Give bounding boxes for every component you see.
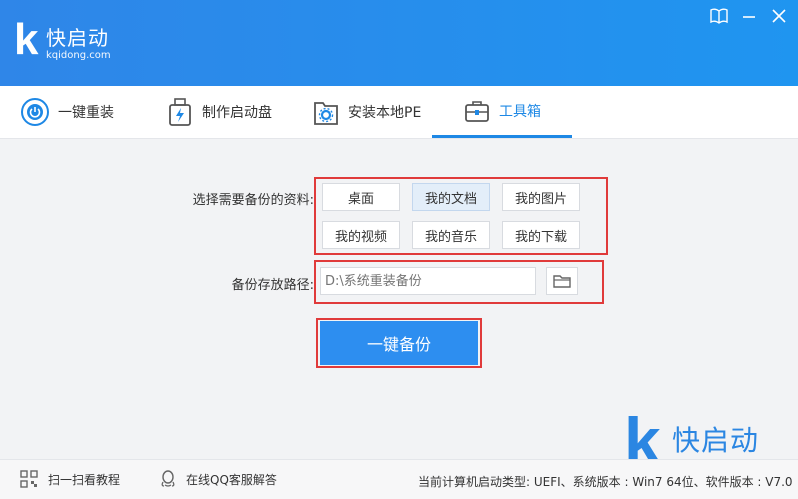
qr-code-icon — [20, 470, 38, 488]
backup-path-label: 备份存放路径: — [231, 278, 314, 293]
window-controls — [708, 6, 790, 26]
tab-make-boot-disk[interactable]: 制作启动盘 — [166, 86, 272, 138]
option-my-downloads[interactable]: 我的下载 — [502, 221, 580, 249]
qq-support-label: 在线QQ客服解答 — [186, 472, 277, 487]
tab-one-click-reinstall[interactable]: 一键重装 — [20, 86, 114, 138]
app-logo: k 快启动 kqidong.com — [14, 16, 124, 64]
tab-toolbox[interactable]: 工具箱 — [432, 86, 572, 138]
option-my-music[interactable]: 我的音乐 — [412, 221, 490, 249]
option-my-videos[interactable]: 我的视频 — [322, 221, 400, 249]
toolbox-content: 选择需要备份的资料: 桌面 我的文档 我的图片 我的视频 我的音乐 我的下载 备… — [0, 139, 798, 459]
scan-tutorial-link[interactable]: 扫一扫看教程 — [20, 470, 120, 488]
tab-label: 制作启动盘 — [202, 105, 272, 121]
scan-tutorial-label: 扫一扫看教程 — [48, 472, 121, 487]
main-tabs: 一键重装 制作启动盘 安装本地PE 工具箱 — [0, 86, 798, 139]
option-desktop[interactable]: 桌面 — [322, 183, 400, 211]
tab-label: 工具箱 — [499, 103, 541, 120]
backup-path-input[interactable] — [320, 267, 536, 295]
minimize-icon[interactable] — [738, 6, 760, 26]
browse-folder-button[interactable] — [546, 267, 578, 295]
select-data-label: 选择需要备份的资料: — [192, 193, 314, 208]
close-icon[interactable] — [768, 6, 790, 26]
one-click-backup-button[interactable]: 一键备份 — [320, 321, 478, 365]
app-name: 快启动 — [46, 26, 109, 50]
qq-support-link[interactable]: 在线QQ客服解答 — [160, 470, 277, 488]
gear-box-icon — [314, 102, 338, 125]
status-bar: 扫一扫看教程 在线QQ客服解答 当前计算机启动类型: UEFI、系统版本 : W… — [0, 459, 798, 499]
folder-icon — [553, 275, 571, 288]
toolbox-icon — [465, 100, 489, 122]
option-my-documents[interactable]: 我的文档 — [412, 183, 490, 211]
tab-label: 一键重装 — [58, 105, 114, 121]
tab-install-local-pe[interactable]: 安装本地PE — [312, 86, 421, 138]
book-icon[interactable] — [708, 6, 730, 26]
option-my-pictures[interactable]: 我的图片 — [502, 183, 580, 211]
app-domain: kqidong.com — [46, 50, 111, 61]
qq-icon — [161, 470, 175, 487]
logo-letter: k — [14, 15, 39, 64]
tab-label: 安装本地PE — [348, 105, 422, 121]
system-status-text: 当前计算机启动类型: UEFI、系统版本 : Win7 64位、软件版本 : V… — [418, 475, 793, 489]
title-bar: k 快启动 kqidong.com — [0, 0, 798, 86]
power-icon — [21, 98, 49, 126]
usb-drive-icon — [169, 98, 191, 126]
